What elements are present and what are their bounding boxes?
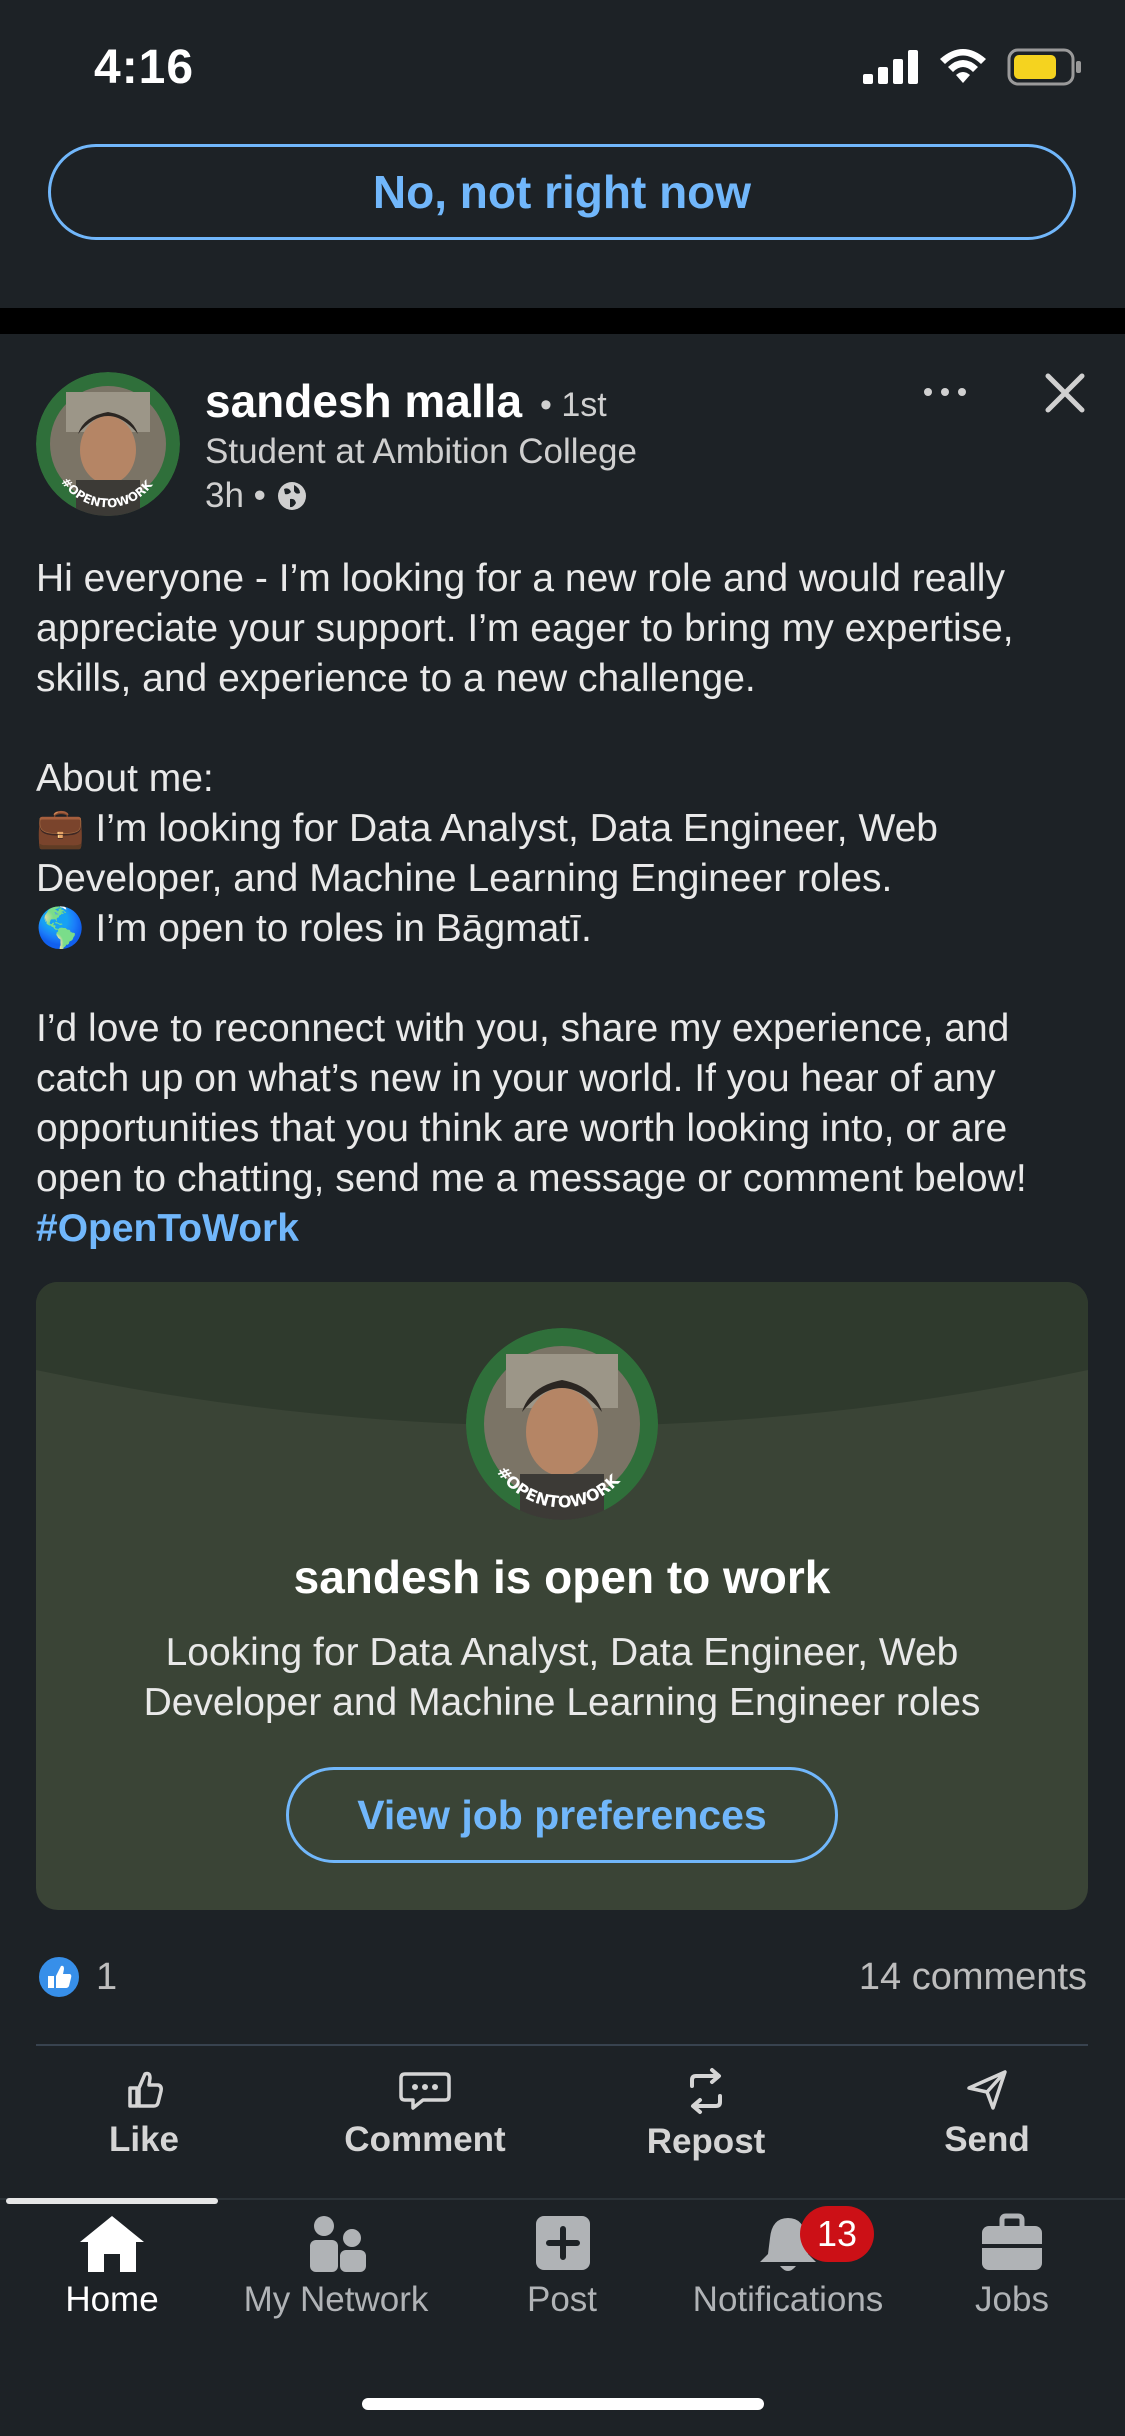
battery-icon (1007, 48, 1081, 86)
section-divider (0, 308, 1125, 334)
post-time: 3h • (205, 476, 266, 515)
send-label: Send (944, 2120, 1030, 2159)
nav-post[interactable]: Post (452, 2212, 672, 2320)
active-tab-indicator (6, 2198, 218, 2204)
notifications-badge: 13 (800, 2206, 874, 2262)
post-meta: 3h • (205, 476, 308, 516)
wifi-icon (940, 49, 986, 83)
comment-icon (399, 2072, 451, 2110)
like-label: Like (108, 2120, 180, 2159)
home-indicator (362, 2398, 764, 2410)
status-time: 4:16 (94, 41, 195, 94)
post-intro: Hi everyone - I’m looking for a new role… (36, 557, 1014, 700)
like-reaction-icon (37, 1955, 81, 1999)
briefcase-emoji: 💼 (36, 807, 85, 850)
hashtag-link[interactable]: #OpenToWork (36, 1207, 299, 1250)
close-icon[interactable] (1040, 368, 1090, 418)
reactions-summary[interactable]: 1 (36, 1954, 117, 2000)
nav-network-label: My Network (243, 2280, 429, 2319)
post-closing: I’d love to reconnect with you, share my… (36, 1004, 1096, 1254)
linkedin-feed-screen: 4:16 No, not right now #OPENTOWORK sande… (0, 0, 1125, 2436)
not-now-button[interactable]: No, not right now (48, 144, 1076, 240)
briefcase-icon (982, 2213, 1042, 2270)
about-heading: About me: (36, 757, 214, 800)
location-line: 🌎 I’m open to roles in Bāgmatī. (36, 904, 1096, 954)
nav-jobs[interactable]: Jobs (902, 2212, 1122, 2320)
home-icon (80, 2216, 144, 2272)
post-body: Hi everyone - I’m looking for a new role… (36, 554, 1096, 1254)
repost-button[interactable]: Repost (606, 2066, 806, 2162)
post-icon (536, 2216, 590, 2270)
open-to-work-description: Looking for Data Analyst, Data Engineer,… (143, 1631, 981, 1724)
comment-button[interactable]: Comment (325, 2066, 525, 2160)
nav-post-label: Post (526, 2280, 598, 2319)
repost-icon (690, 2068, 722, 2114)
open-to-work-card[interactable]: #OPENTOWORK sandesh is open to work Look… (36, 1282, 1088, 1910)
roles-text: I’m looking for Data Analyst, Data Engin… (36, 807, 938, 900)
roles-line: 💼 I’m looking for Data Analyst, Data Eng… (36, 804, 1096, 904)
comment-label: Comment (344, 2120, 506, 2159)
connection-degree: • 1st (540, 386, 607, 424)
network-icon (310, 2216, 366, 2272)
view-job-preferences-button[interactable]: View job preferences (286, 1767, 838, 1863)
author-avatar[interactable]: #OPENTOWORK (36, 372, 180, 516)
nav-notifications[interactable]: 13 Notifications (678, 2206, 898, 2320)
actions-divider (36, 2044, 1088, 2046)
send-button[interactable]: Send (887, 2066, 1087, 2160)
nav-notifications-label: Notifications (692, 2280, 884, 2319)
globe-emoji: 🌎 (36, 907, 85, 950)
comments-count[interactable]: 14 comments (859, 1956, 1087, 1999)
open-to-work-avatar: #OPENTOWORK (466, 1328, 658, 1520)
more-options-icon[interactable] (920, 372, 970, 412)
status-icons (863, 48, 1083, 86)
author-headline: Student at Ambition College (205, 432, 637, 471)
like-icon (128, 2071, 163, 2108)
reaction-count: 1 (96, 1955, 118, 1998)
status-bar: 4:16 (0, 0, 1125, 140)
location-text: I’m open to roles in Bāgmatī. (95, 907, 592, 950)
author-name[interactable]: sandesh malla (205, 374, 522, 428)
nav-my-network[interactable]: My Network (226, 2212, 446, 2320)
closing-text: I’d love to reconnect with you, share my… (36, 1007, 1027, 1200)
send-icon (967, 2070, 1007, 2110)
cellular-signal-icon (863, 50, 918, 84)
globe-icon (277, 482, 306, 510)
open-to-work-title: sandesh is open to work (293, 1551, 831, 1603)
repost-label: Repost (646, 2122, 766, 2161)
nav-home-label: Home (65, 2280, 159, 2319)
nav-home[interactable]: Home (2, 2212, 222, 2320)
like-button[interactable]: Like (44, 2066, 244, 2160)
nav-jobs-label: Jobs (975, 2280, 1049, 2319)
